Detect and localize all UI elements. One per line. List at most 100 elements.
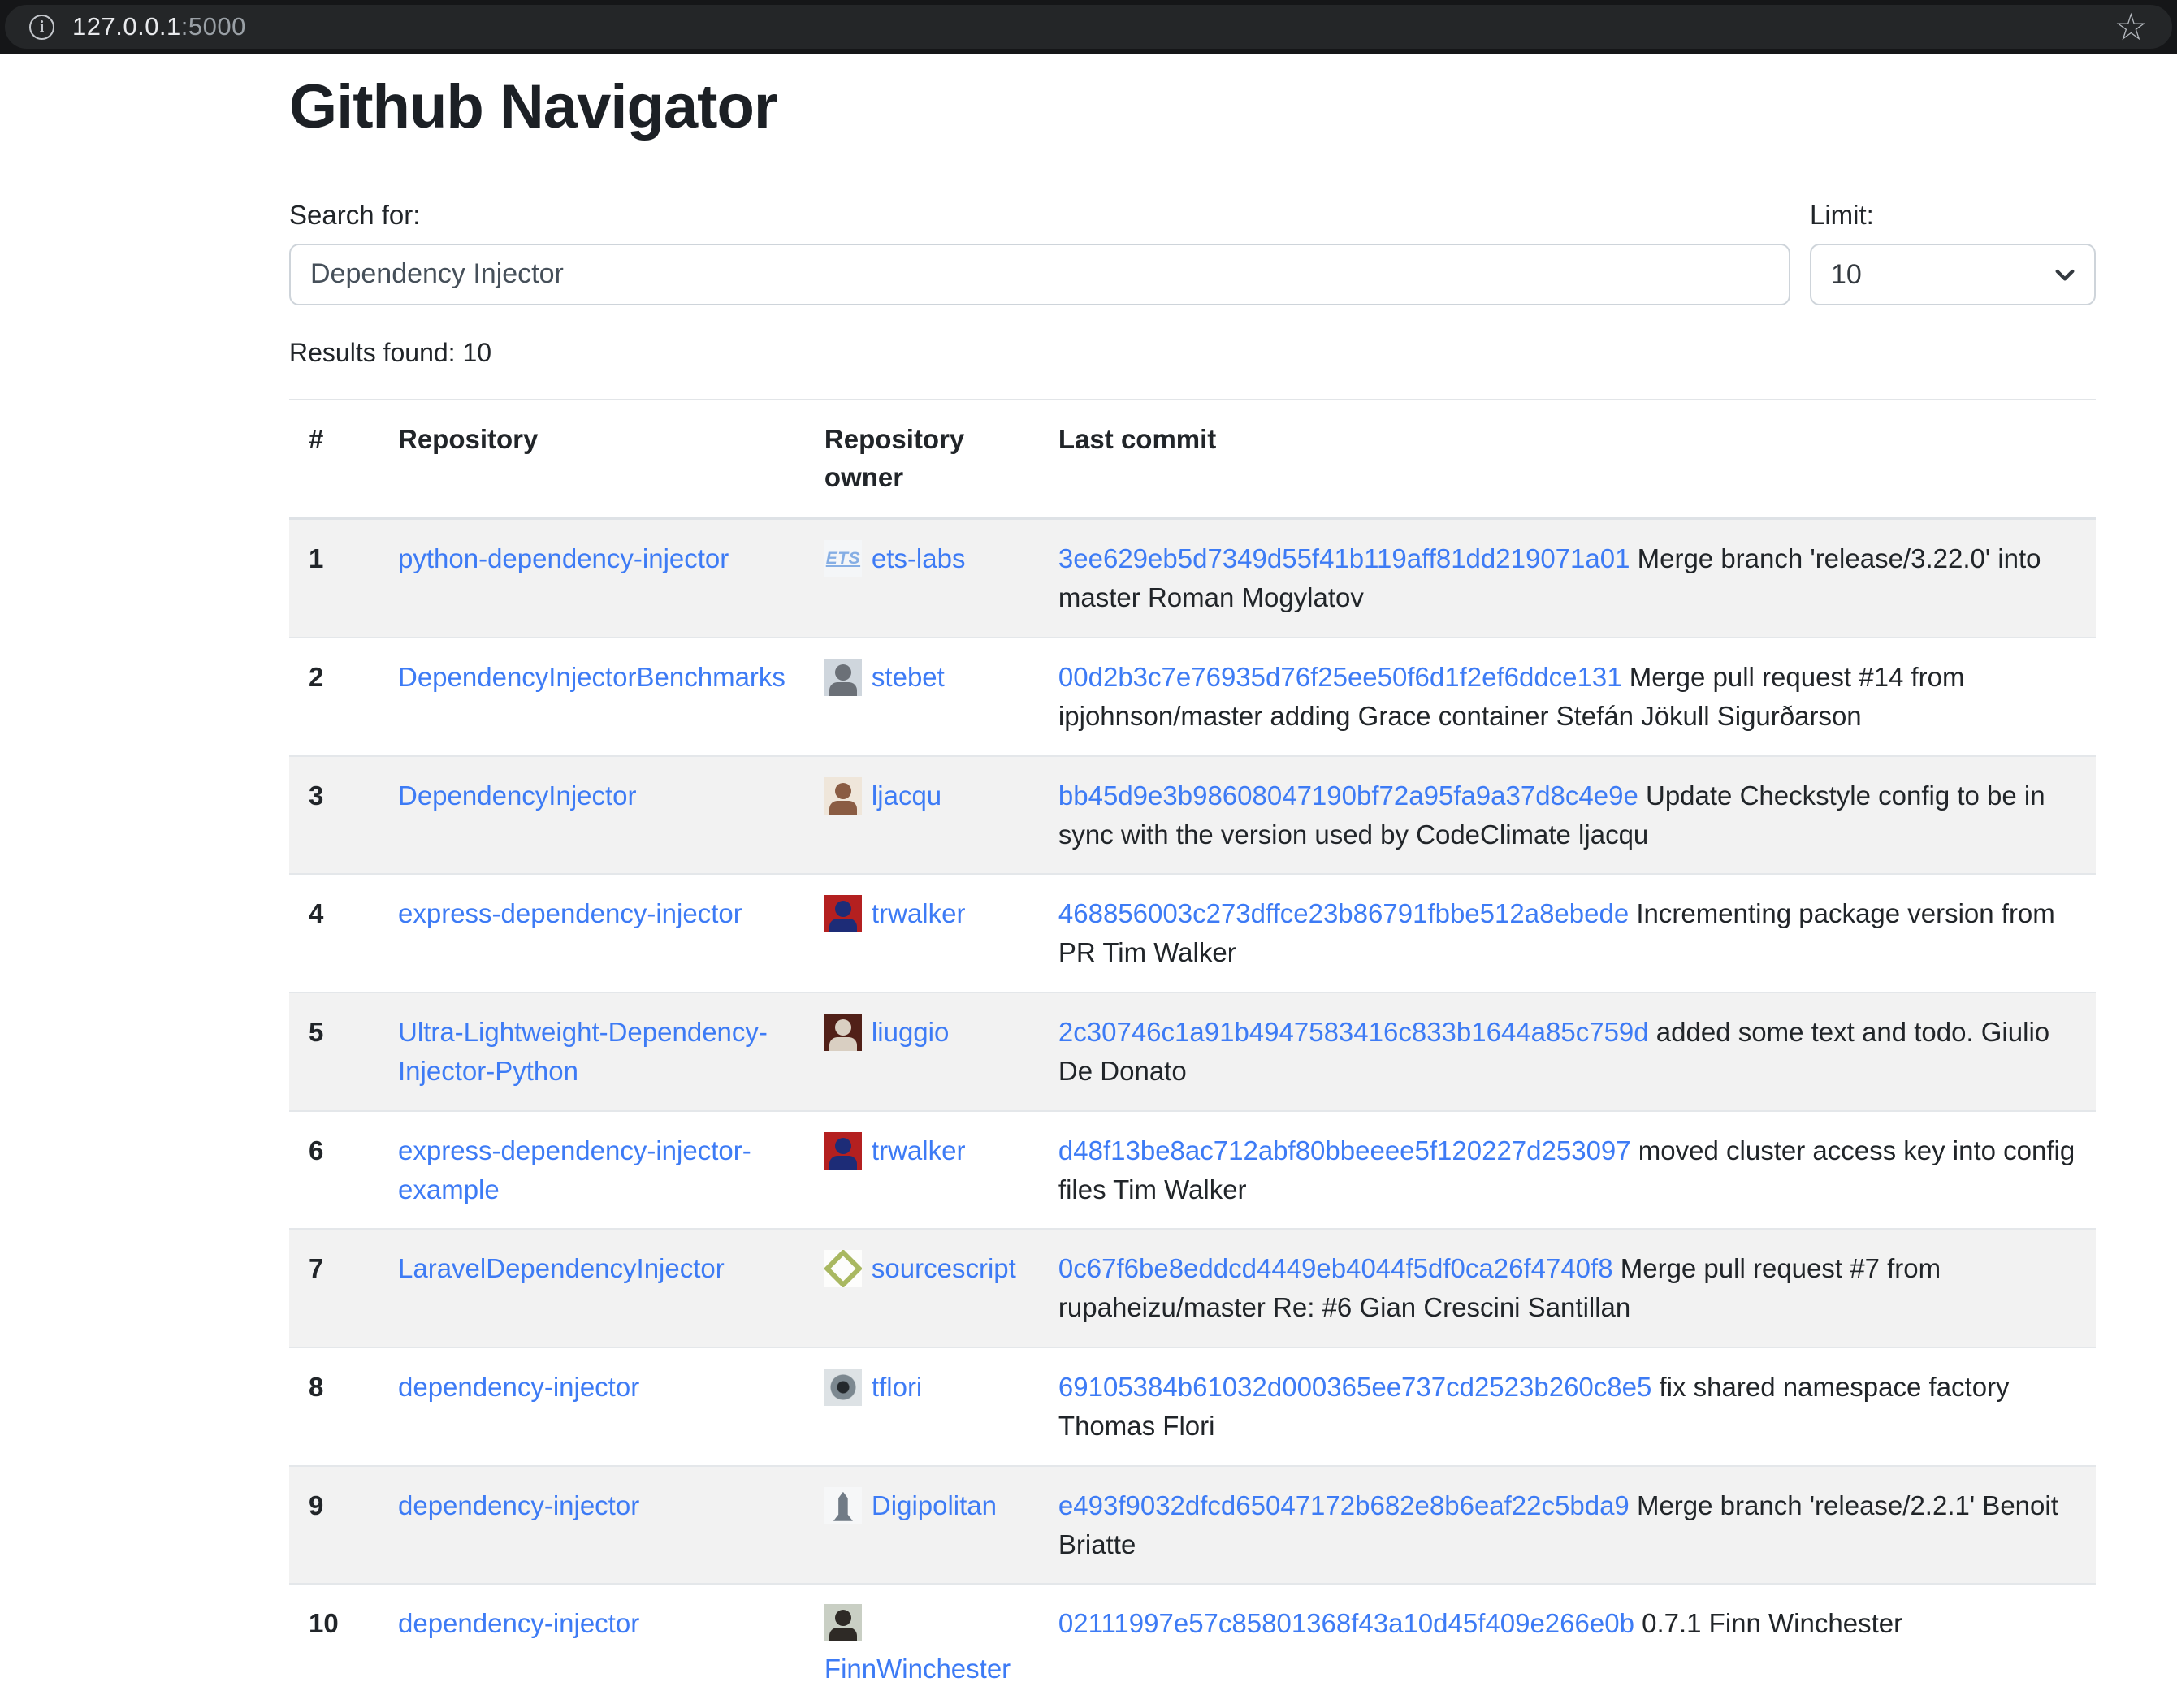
search-controls: Search for: Limit: 10 [289, 200, 2096, 305]
page-title: Github Navigator [289, 73, 2096, 141]
repo-cell: express-dependency-injector-example [379, 1111, 805, 1230]
row-number: 4 [289, 874, 379, 992]
browser-chrome: i 127.0.0.1:5000 ☆ [0, 0, 2177, 54]
owner-link[interactable]: trwalker [872, 1131, 966, 1170]
limit-label: Limit: [1810, 200, 2096, 231]
owner-link[interactable]: stebet [872, 658, 945, 697]
commit-cell: bb45d9e3b98608047190bf72a95fa9a37d8c4e9e… [1039, 756, 2096, 875]
owner-link[interactable]: Digipolitan [872, 1486, 997, 1525]
owner-cell: ETS ets-labs [805, 518, 1039, 638]
repo-link[interactable]: python-dependency-injector [398, 543, 729, 573]
site-info-icon[interactable]: i [29, 15, 54, 40]
commit-sha-link[interactable]: d48f13be8ac712abf80bbeeee5f120227d253097 [1058, 1135, 1631, 1165]
results-table: # Repository Repository owner Last commi… [289, 399, 2096, 1708]
repo-link[interactable]: express-dependency-injector [398, 898, 742, 928]
owner-link[interactable]: ets-labs [872, 539, 966, 578]
table-row: 1 python-dependency-injector ETS ets-lab… [289, 518, 2096, 638]
owner-link[interactable]: liuggio [872, 1013, 949, 1052]
owner-link[interactable]: ljacqu [872, 776, 941, 815]
owner-cell: trwalker [805, 1111, 1039, 1230]
header-repository: Repository [379, 400, 805, 519]
commit-sha-link[interactable]: e493f9032dfcd65047172b682e8b6eaf22c5bda9 [1058, 1490, 1630, 1520]
liuggio-photo [824, 1014, 862, 1051]
owner-link[interactable]: tflori [872, 1368, 922, 1407]
commit-sha-link[interactable]: bb45d9e3b98608047190bf72a95fa9a37d8c4e9e [1058, 780, 1638, 811]
url-host: 127.0.0.1 [72, 12, 181, 41]
commit-sha-link[interactable]: 2c30746c1a91b4947583416c833b1644a85c759d [1058, 1017, 1649, 1047]
repo-cell: express-dependency-injector [379, 874, 805, 992]
owner-cell: Digipolitan [805, 1466, 1039, 1585]
header-last-commit: Last commit [1039, 400, 2096, 519]
page-container: Github Navigator Search for: Limit: 10 R… [289, 54, 2096, 1708]
limit-select[interactable]: 10 [1810, 244, 2096, 305]
commit-cell: d48f13be8ac712abf80bbeeee5f120227d253097… [1039, 1111, 2096, 1230]
repo-cell: Ultra-Lightweight-Dependency-Injector-Py… [379, 992, 805, 1111]
ets-labs-logo: ETS [824, 540, 862, 577]
repo-link[interactable]: DependencyInjectorBenchmarks [398, 662, 786, 692]
repo-link[interactable]: DependencyInjector [398, 780, 637, 811]
trwalker-avatar [824, 1132, 862, 1170]
commit-sha-link[interactable]: 00d2b3c7e76935d76f25ee50f6d1f2ef6ddce131 [1058, 662, 1622, 692]
results-count: Results found: 10 [289, 338, 2096, 368]
commit-cell: 2c30746c1a91b4947583416c833b1644a85c759d… [1039, 992, 2096, 1111]
owner-cell: tflori [805, 1347, 1039, 1466]
table-row: 4 express-dependency-injector trwalker 4… [289, 874, 2096, 992]
row-number: 3 [289, 756, 379, 875]
table-row: 3 DependencyInjector ljacqu bb45d9e3b986… [289, 756, 2096, 875]
row-number: 9 [289, 1466, 379, 1585]
url-text: 127.0.0.1:5000 [72, 12, 246, 41]
owner-link[interactable]: trwalker [872, 894, 966, 933]
commit-sha-link[interactable]: 0c67f6be8eddcd4449eb4044f5df0ca26f4740f8 [1058, 1253, 1613, 1283]
owner-link[interactable]: sourcescript [872, 1249, 1016, 1288]
repo-link[interactable]: dependency-injector [398, 1372, 639, 1402]
owner-cell: sourcescript [805, 1229, 1039, 1347]
sourcescript-logo [824, 1250, 862, 1287]
commit-cell: 468856003c273dffce23b86791fbbe512a8ebede… [1039, 874, 2096, 992]
commit-cell: 69105384b61032d000365ee737cd2523b260c8e5… [1039, 1347, 2096, 1466]
row-number: 1 [289, 518, 379, 638]
commit-sha-link[interactable]: 3ee629eb5d7349d55f41b119aff81dd219071a01 [1058, 543, 1630, 573]
row-number: 2 [289, 638, 379, 756]
ljacqu-photo [824, 777, 862, 815]
results-tbody: 1 python-dependency-injector ETS ets-lab… [289, 518, 2096, 1708]
bookmark-star-icon[interactable]: ☆ [2114, 8, 2148, 45]
commit-cell: 3ee629eb5d7349d55f41b119aff81dd219071a01… [1039, 518, 2096, 638]
commit-cell: 0c67f6be8eddcd4449eb4044f5df0ca26f4740f8… [1039, 1229, 2096, 1347]
repo-link[interactable]: LaravelDependencyInjector [398, 1253, 725, 1283]
commit-sha-link[interactable]: 468856003c273dffce23b86791fbbe512a8ebede [1058, 898, 1629, 928]
repo-cell: DependencyInjectorBenchmarks [379, 638, 805, 756]
header-owner: Repository owner [805, 400, 1039, 519]
commit-sha-link[interactable]: 69105384b61032d000365ee737cd2523b260c8e5 [1058, 1372, 1651, 1402]
row-number: 8 [289, 1347, 379, 1466]
row-number: 6 [289, 1111, 379, 1230]
owner-cell: stebet [805, 638, 1039, 756]
repo-cell: dependency-injector [379, 1347, 805, 1466]
owner-link[interactable]: FinnWinchester [824, 1650, 1011, 1689]
table-row: 7 LaravelDependencyInjector sourcescript… [289, 1229, 2096, 1347]
search-input[interactable] [289, 244, 1790, 305]
owner-cell: ljacqu [805, 756, 1039, 875]
search-column: Search for: [289, 200, 1790, 305]
owner-cell: liuggio [805, 992, 1039, 1111]
repo-link[interactable]: dependency-injector [398, 1490, 639, 1520]
url-bar[interactable]: i 127.0.0.1:5000 ☆ [5, 5, 2172, 49]
header-number: # [289, 400, 379, 519]
repo-link[interactable]: express-dependency-injector-example [398, 1135, 751, 1204]
commit-cell: 02111997e57c85801368f43a10d45f409e266e0b… [1039, 1584, 2096, 1708]
commit-cell: 00d2b3c7e76935d76f25ee50f6d1f2ef6ddce131… [1039, 638, 2096, 756]
trwalker-avatar [824, 895, 862, 932]
commit-cell: e493f9032dfcd65047172b682e8b6eaf22c5bda9… [1039, 1466, 2096, 1585]
repo-cell: DependencyInjector [379, 756, 805, 875]
table-row: 10 dependency-injector FinnWinchester 02… [289, 1584, 2096, 1708]
digipolitan-logo [824, 1487, 862, 1524]
table-row: 8 dependency-injector tflori 69105384b61… [289, 1347, 2096, 1466]
repo-link[interactable]: Ultra-Lightweight-Dependency-Injector-Py… [398, 1017, 768, 1086]
stebet-photo [824, 659, 862, 696]
repo-cell: LaravelDependencyInjector [379, 1229, 805, 1347]
tflori-photo [824, 1369, 862, 1406]
limit-column: Limit: 10 [1810, 200, 2096, 305]
table-row: 2 DependencyInjectorBenchmarks stebet 00… [289, 638, 2096, 756]
table-header-row: # Repository Repository owner Last commi… [289, 400, 2096, 519]
row-number: 5 [289, 992, 379, 1111]
row-number: 10 [289, 1584, 379, 1708]
